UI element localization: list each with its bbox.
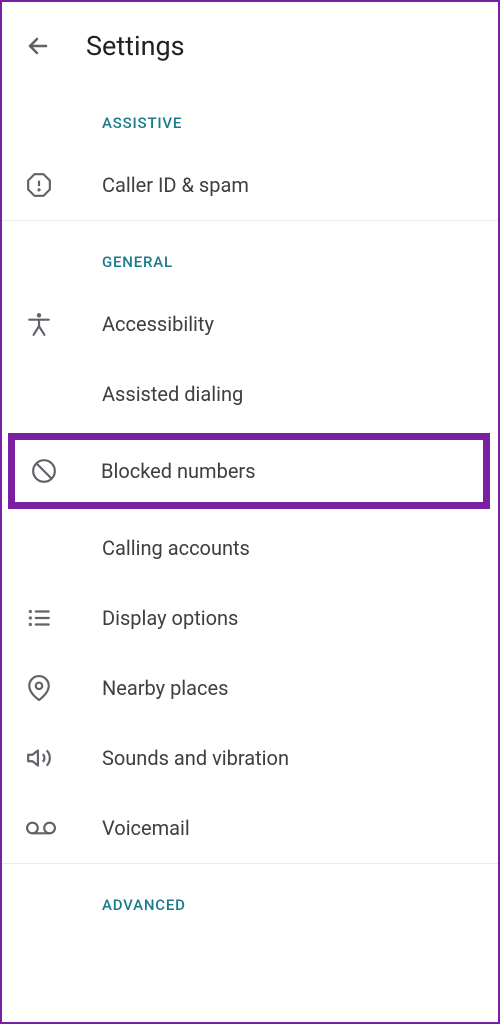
page-title: Settings (86, 30, 185, 62)
section-assistive: ASSISTIVE (2, 82, 498, 150)
item-calling-accounts[interactable]: Calling accounts (2, 513, 498, 583)
item-label: Calling accounts (102, 536, 250, 560)
item-label: Sounds and vibration (102, 746, 289, 770)
item-blocked-numbers[interactable]: Blocked numbers (15, 440, 483, 502)
section-general: GENERAL (2, 221, 498, 289)
location-pin-icon (26, 675, 52, 701)
item-sounds-vibration[interactable]: Sounds and vibration (2, 723, 498, 793)
highlight-blocked-numbers: Blocked numbers (8, 433, 490, 509)
item-label: Caller ID & spam (102, 173, 249, 197)
arrow-left-icon (26, 33, 50, 59)
item-caller-id-spam[interactable]: Caller ID & spam (2, 150, 498, 220)
item-assisted-dialing[interactable]: Assisted dialing (2, 359, 498, 429)
item-label: Assisted dialing (102, 382, 243, 406)
back-button[interactable] (26, 34, 50, 58)
block-icon (31, 458, 57, 484)
item-label: Display options (102, 606, 238, 630)
voicemail-icon (26, 815, 56, 841)
item-label: Voicemail (102, 816, 190, 840)
accessibility-icon (26, 311, 52, 337)
item-nearby-places[interactable]: Nearby places (2, 653, 498, 723)
item-accessibility[interactable]: Accessibility (2, 289, 498, 359)
item-label: Blocked numbers (101, 459, 256, 483)
section-advanced: ADVANCED (2, 864, 498, 932)
list-icon (26, 605, 52, 631)
alert-octagon-icon (26, 172, 52, 198)
item-display-options[interactable]: Display options (2, 583, 498, 653)
item-label: Nearby places (102, 676, 228, 700)
item-voicemail[interactable]: Voicemail (2, 793, 498, 863)
speaker-icon (26, 745, 52, 771)
header-bar: Settings (2, 2, 498, 82)
item-label: Accessibility (102, 312, 214, 336)
